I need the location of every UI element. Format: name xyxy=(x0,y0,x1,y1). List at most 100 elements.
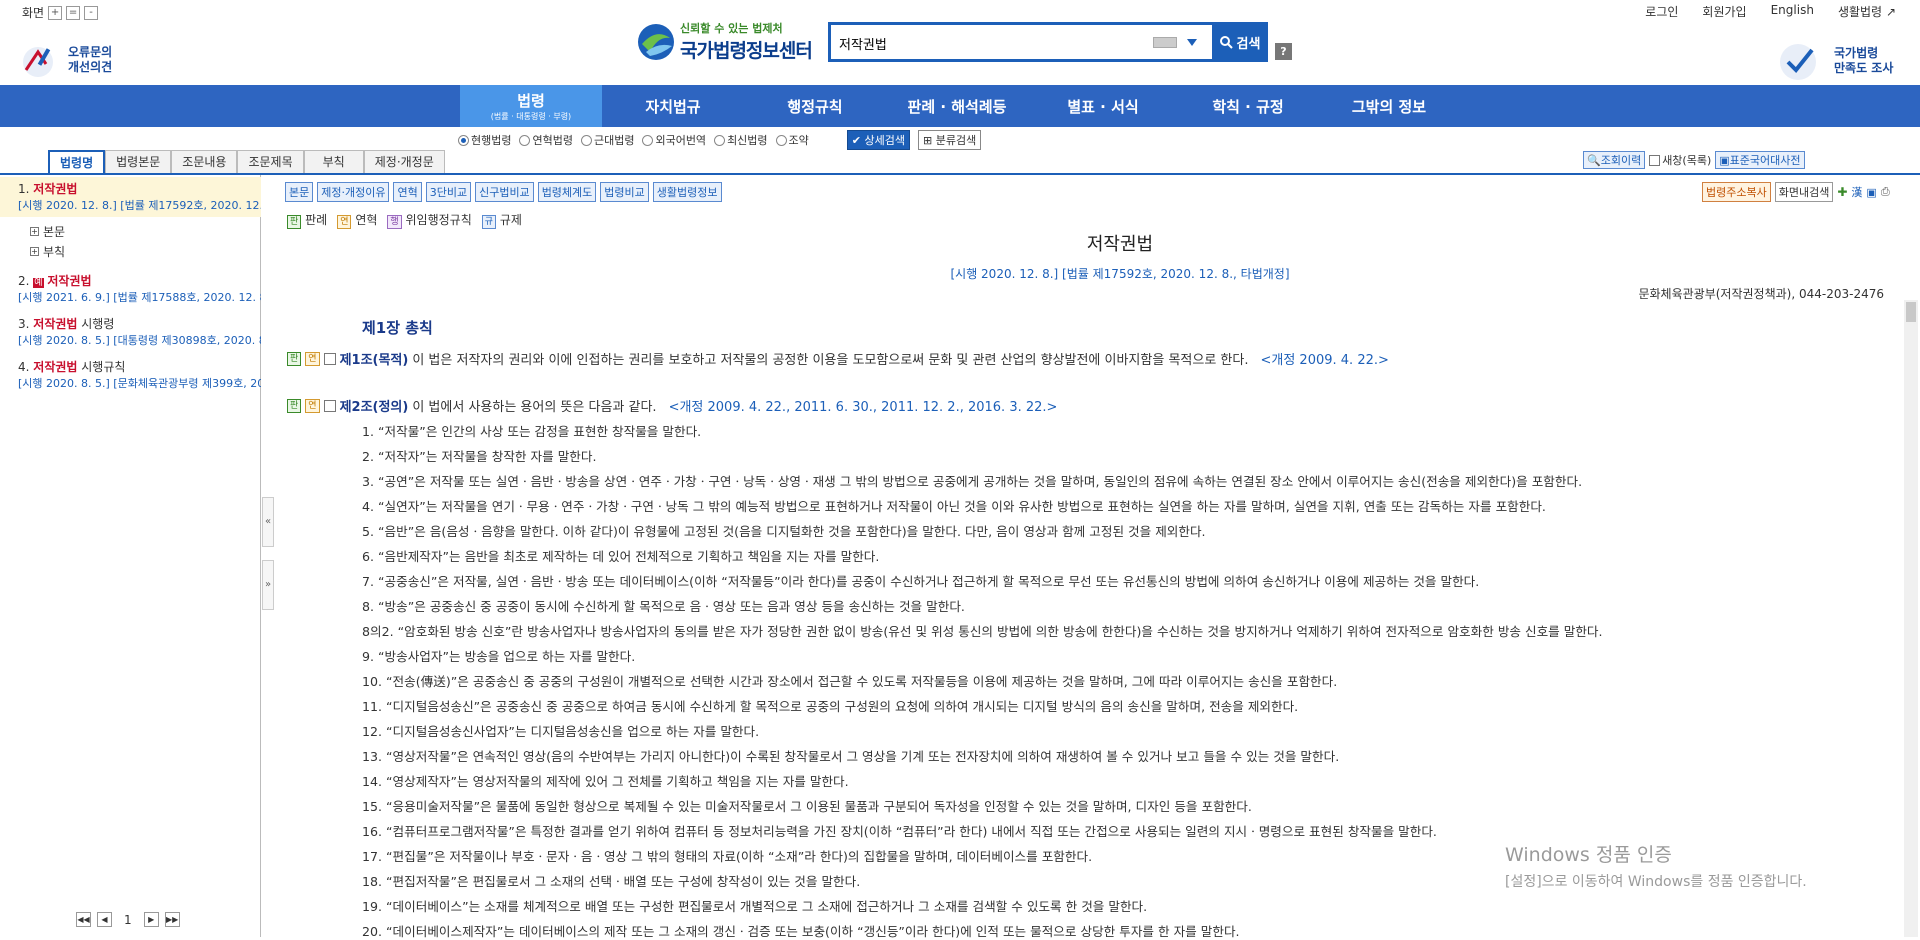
tab-enactment[interactable]: 제정·개정문 xyxy=(363,150,445,174)
radio-modern[interactable]: 근대법령 xyxy=(580,132,635,148)
definition-item: 15. “응용미술저작물”은 물품에 동일한 형상으로 복제될 수 있는 미술저… xyxy=(362,799,1252,814)
legend-label: 연혁 xyxy=(355,213,378,227)
nav-precedents[interactable]: 판례 · 해석례등 xyxy=(886,85,1028,127)
article-amendment[interactable]: <개정 2009. 4. 22., 2011. 6. 30., 2011. 12… xyxy=(669,396,1058,415)
help-button[interactable]: ? xyxy=(1275,43,1292,60)
watermark-line2: [설정]으로 이동하여 Windows를 정품 인증합니다. xyxy=(1505,874,1807,890)
doc-btn-compare[interactable]: 법령비교 xyxy=(600,182,649,202)
tab-article-title[interactable]: 조문제목 xyxy=(237,150,304,174)
hanja-icon[interactable]: 漢 xyxy=(1851,184,1862,200)
result-list-panel: 1. 저작권법 [시행 2020. 12. 8.] [법률 제17592호, 2… xyxy=(0,175,261,937)
precedent-tag[interactable]: 판 xyxy=(287,398,302,413)
nav-other-info[interactable]: 그밖의 정보 xyxy=(1318,85,1460,127)
prev-page-button[interactable]: ◀ xyxy=(97,912,112,927)
life-law-link[interactable]: 생활법령 ↗ xyxy=(1838,3,1896,20)
nav-school-rules[interactable]: 학칙 · 규정 xyxy=(1178,85,1318,127)
checkbox[interactable] xyxy=(1649,154,1661,166)
bookmark-icon[interactable]: ✚ xyxy=(1837,185,1847,199)
nav-admin-rules[interactable]: 행정규칙 xyxy=(744,85,886,127)
first-page-button[interactable]: ◀◀ xyxy=(76,912,91,927)
search-button[interactable]: 검색 xyxy=(1212,22,1268,62)
external-link-icon: ↗ xyxy=(1885,5,1896,19)
zoom-in-button[interactable]: + xyxy=(48,5,63,20)
article-title: 제1조(목적) xyxy=(339,353,409,368)
tab-law-name[interactable]: 법령명 xyxy=(48,150,106,174)
nav-tables-forms[interactable]: 별표 · 서식 xyxy=(1028,85,1178,127)
radio-circle xyxy=(714,134,726,146)
copy-address-button[interactable]: 법령주소복사 xyxy=(1702,182,1771,202)
search-input[interactable] xyxy=(839,31,1139,55)
tree-node-addenda[interactable]: + 부칙 xyxy=(30,243,65,260)
radio-current[interactable]: 현행법령 xyxy=(458,132,511,148)
legend: 판 판례 연 연혁 행 위임행정규칙 규 규제 xyxy=(287,211,522,229)
zoom-label: 화면 xyxy=(22,6,45,20)
login-link[interactable]: 로그인 xyxy=(1645,3,1678,20)
doc-toolbar-right: 법령주소복사 화면내검색 ✚ 漢 ▣ ⎙ xyxy=(1702,182,1890,202)
zoom-reset-button[interactable]: = xyxy=(66,5,81,20)
new-window-toggle[interactable]: 새창(목록) xyxy=(1649,152,1711,168)
radio-foreign[interactable]: 외국어번역 xyxy=(642,132,706,148)
virtual-keyboard-icon[interactable] xyxy=(1153,37,1177,48)
nav-local-laws[interactable]: 자치법규 xyxy=(602,85,744,127)
article-checkbox[interactable] xyxy=(323,352,336,365)
dictionary-button[interactable]: ▣표준국어대사전 xyxy=(1715,151,1805,169)
radio-label: 근대법령 xyxy=(593,134,635,147)
tree-node-body[interactable]: + 본문 xyxy=(30,223,65,240)
doc-btn-history[interactable]: 연혁 xyxy=(393,182,422,202)
detail-search-button[interactable]: ✔ 상세검색 xyxy=(846,130,910,150)
result-item[interactable]: 3. 저작권법 시행령 [시행 2020. 8. 5.] [대통령령 제3089… xyxy=(0,315,261,351)
collapse-left-handle[interactable]: « xyxy=(262,497,274,547)
survey-line1: 국가법령 xyxy=(1834,46,1879,60)
radio-treaty[interactable]: 조약 xyxy=(775,132,809,148)
result-item[interactable]: 1. 저작권법 [시행 2020. 12. 8.] [법률 제17592호, 2… xyxy=(0,177,261,217)
precedent-tag[interactable]: 판 xyxy=(287,351,302,366)
doc-btn-3compare[interactable]: 3단비교 xyxy=(425,182,472,202)
article-2: 판 연 제2조(정의) 이 법에서 사용하는 용어의 뜻은 다음과 같다. <개… xyxy=(287,396,1057,415)
current-page[interactable]: 1 xyxy=(118,913,138,927)
radio-latest[interactable]: 최신법령 xyxy=(714,132,768,148)
search-tabs: 법령명 법령본문 조문내용 조문제목 부칙 제정·개정문 xyxy=(48,150,445,174)
category-search-label: 분류검색 xyxy=(935,134,977,147)
tab-law-body[interactable]: 법령본문 xyxy=(105,150,172,174)
definition-item: 19. “데이터베이스”는 소재를 체계적으로 배열 또는 구성한 편집물로서 … xyxy=(362,899,1148,914)
radio-history[interactable]: 연혁법령 xyxy=(519,132,573,148)
tab-article-content[interactable]: 조문내용 xyxy=(171,150,238,174)
english-link[interactable]: English xyxy=(1771,3,1814,20)
zoom-out-button[interactable]: - xyxy=(84,5,99,20)
history-tag[interactable]: 연 xyxy=(305,351,320,366)
error-report-button[interactable]: 오류문의 개선의견 xyxy=(16,42,112,78)
next-page-button[interactable]: ▶ xyxy=(143,912,159,927)
signup-link[interactable]: 회원가입 xyxy=(1702,3,1746,20)
doc-scrollbar[interactable] xyxy=(1904,300,1918,937)
find-in-page-button[interactable]: 화면내검색 xyxy=(1774,182,1834,202)
tab-addenda[interactable]: 부칙 xyxy=(303,150,364,174)
definition-item: 11. “디지털음성송신”은 공중송신 중 공중으로 하여금 동시에 수신하게 … xyxy=(362,699,1299,714)
doc-btn-system[interactable]: 법령체계도 xyxy=(537,182,597,202)
print-icon[interactable]: ⎙ xyxy=(1881,185,1890,199)
doc-btn-life[interactable]: 생활법령정보 xyxy=(652,182,722,202)
article-checkbox[interactable] xyxy=(323,399,336,412)
site-logo[interactable]: 신뢰할 수 있는 법제처 국가법령정보센터 xyxy=(636,20,813,63)
doc-btn-body[interactable]: 본문 xyxy=(285,182,314,202)
main-nav: 법령 (법률 · 대통령령 · 부령) 자치법규 행정규칙 판례 · 해석례등 … xyxy=(0,85,1920,127)
legend-tag: 판 xyxy=(287,215,302,229)
nav-laws[interactable]: 법령 (법률 · 대통령령 · 부령) xyxy=(460,85,602,127)
history-button[interactable]: 🔍조회이력 xyxy=(1583,151,1646,169)
history-tag[interactable]: 연 xyxy=(305,398,320,413)
result-item[interactable]: 4. 저작권법 시행규칙 [시행 2020. 8. 5.] [문화체육관광부령 … xyxy=(0,358,261,394)
search-dropdown-icon[interactable] xyxy=(1187,39,1197,46)
expand-left-handle[interactable]: » xyxy=(262,560,274,610)
doc-subtitle[interactable]: [시행 2020. 12. 8.] [법률 제17592호, 2020. 12.… xyxy=(840,265,1400,282)
save-icon[interactable]: ▣ xyxy=(1866,186,1876,199)
result-item[interactable]: 2. 예 저작권법 [시행 2021. 6. 9.] [법률 제17588호, … xyxy=(0,272,261,308)
category-search-button[interactable]: ⊞ 분류검색 xyxy=(918,130,982,150)
definition-item: 10. “전송(傳送)”은 공중송신 중 공중의 구성원이 개별적으로 선택한 … xyxy=(362,674,1338,689)
last-page-button[interactable]: ▶▶ xyxy=(164,912,180,927)
doc-btn-reason[interactable]: 제정·개정이유 xyxy=(317,182,390,202)
error-report-line2: 개선의견 xyxy=(68,60,113,74)
dictionary-label: 표준국어대사전 xyxy=(1729,154,1801,167)
scrollbar-thumb[interactable] xyxy=(1906,302,1916,322)
article-amendment[interactable]: <개정 2009. 4. 22.> xyxy=(1260,349,1388,368)
doc-btn-oldnew[interactable]: 신구법비교 xyxy=(475,182,534,202)
survey-button[interactable]: 국가법령 만족도 조사 xyxy=(1776,40,1893,82)
